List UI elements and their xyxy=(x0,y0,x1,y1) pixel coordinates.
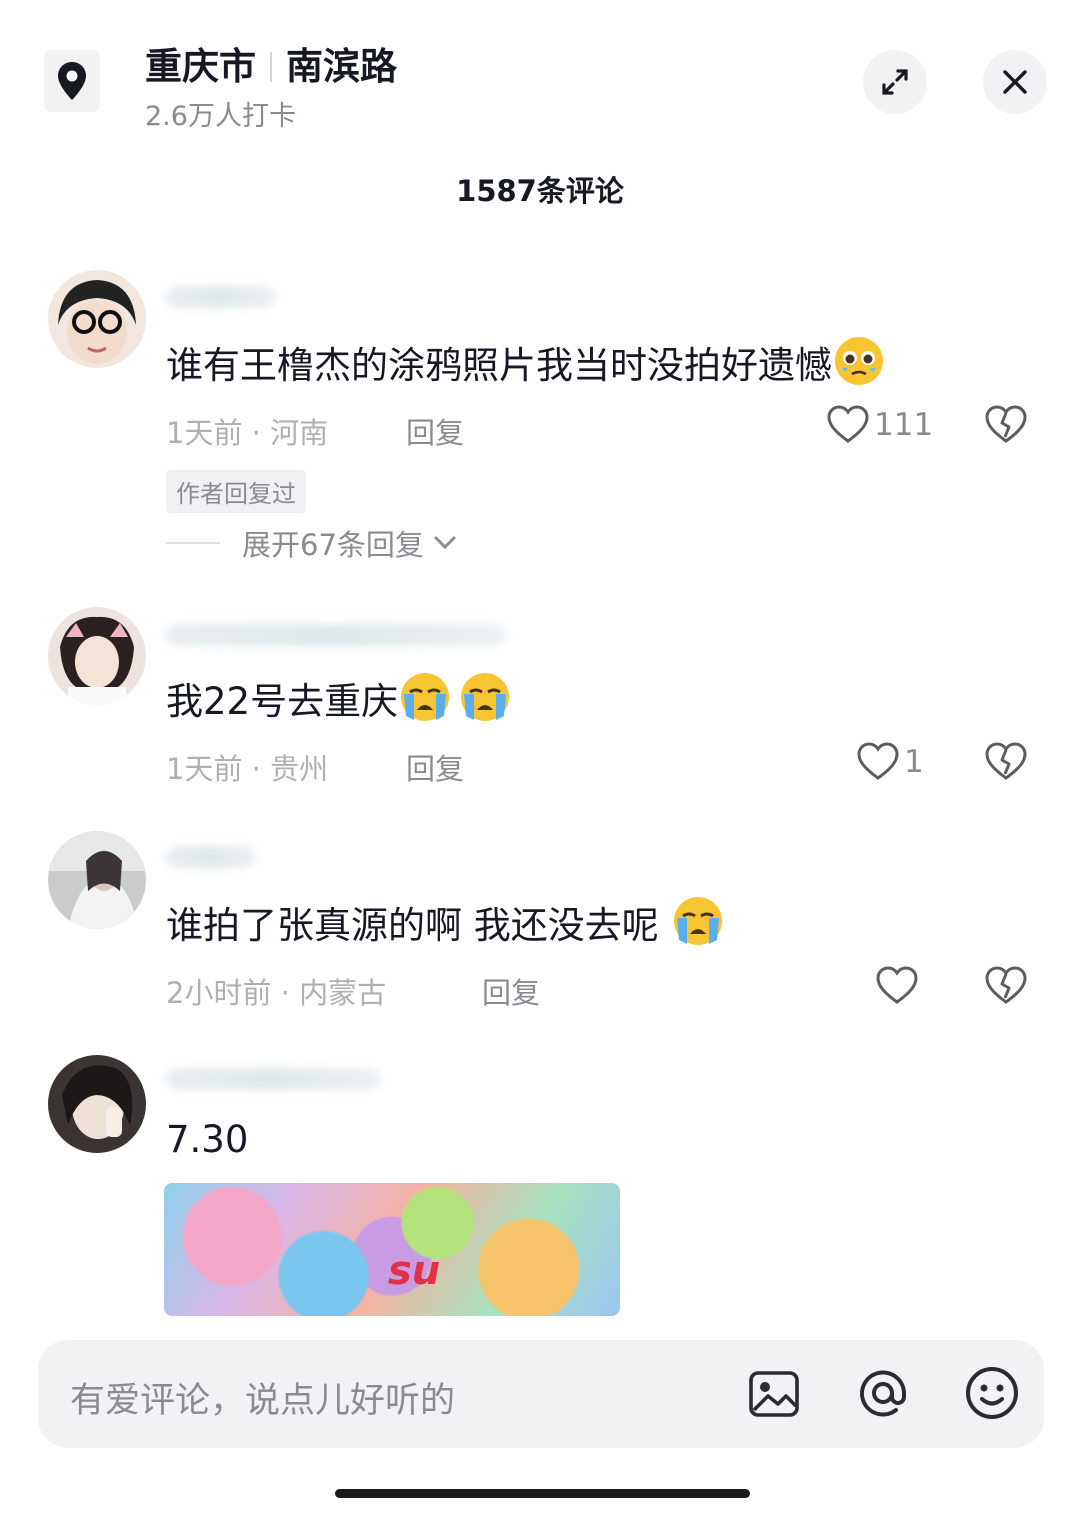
crying-face-emoji xyxy=(401,673,450,721)
close-button[interactable] xyxy=(983,50,1047,114)
chevron-down-icon xyxy=(434,536,456,550)
expand-replies[interactable]: 展开67条回复 xyxy=(166,522,460,564)
comment-meta: 2小时前 · 内蒙古 xyxy=(166,976,387,1010)
location-city: 重庆市 xyxy=(145,45,256,88)
pleading-face-emoji xyxy=(835,337,883,385)
smiley-icon xyxy=(966,1367,1018,1419)
like-button[interactable]: 1 xyxy=(856,742,924,782)
expand-replies-label: 展开67条回复 xyxy=(242,528,424,562)
location-pin-icon xyxy=(44,50,100,112)
expand-button[interactable] xyxy=(863,50,927,114)
avatar[interactable] xyxy=(48,831,146,929)
like-button[interactable]: 111 xyxy=(826,405,933,445)
close-icon xyxy=(1003,70,1027,94)
broken-heart-icon xyxy=(985,742,1027,780)
comment-text: 我22号去重庆 xyxy=(166,670,512,725)
comment-input-placeholder[interactable]: 有爱评论，说点儿好听的 xyxy=(70,1372,455,1423)
reply-button[interactable]: 回复 xyxy=(406,746,464,788)
avatar[interactable] xyxy=(48,1055,146,1153)
author-replied-tag: 作者回复过 xyxy=(166,470,306,513)
location-street: 南滨路 xyxy=(286,45,397,88)
like-button[interactable] xyxy=(875,966,919,1010)
comment-count: 1587条评论 xyxy=(456,174,624,208)
image-button[interactable] xyxy=(746,1366,802,1426)
avatar[interactable] xyxy=(48,270,146,368)
avatar[interactable] xyxy=(48,607,146,705)
broken-heart-icon xyxy=(985,966,1027,1004)
emoji-button[interactable] xyxy=(963,1364,1021,1426)
heart-icon xyxy=(876,966,918,1004)
photo-graffiti-text: su xyxy=(388,1248,441,1294)
heart-icon xyxy=(827,405,869,443)
checkin-count: 2.6万人打卡 xyxy=(145,101,296,132)
comment-meta: 1天前 · 河南 xyxy=(166,416,329,450)
dislike-button[interactable] xyxy=(984,966,1028,1010)
dislike-button[interactable] xyxy=(984,405,1028,449)
expand-icon xyxy=(882,69,908,95)
home-indicator[interactable] xyxy=(335,1489,750,1498)
at-icon xyxy=(860,1370,906,1417)
crying-face-emoji xyxy=(461,673,510,721)
username-blurred[interactable] xyxy=(166,624,506,646)
mention-button[interactable] xyxy=(854,1364,912,1426)
crying-face-emoji xyxy=(673,897,722,945)
reply-button[interactable]: 回复 xyxy=(406,410,464,452)
image-icon xyxy=(749,1371,799,1417)
like-count: 1 xyxy=(904,744,924,780)
comment-text: 谁有王橹杰的涂鸦照片我当时没拍好遗憾 xyxy=(166,334,886,389)
username-blurred[interactable] xyxy=(166,286,276,308)
like-count: 111 xyxy=(874,407,934,443)
title-divider xyxy=(270,52,272,82)
username-blurred[interactable] xyxy=(166,1068,381,1090)
broken-heart-icon xyxy=(985,405,1027,443)
comment-text: 7.30 xyxy=(166,1118,249,1161)
expand-divider xyxy=(166,542,220,544)
heart-icon xyxy=(857,742,899,780)
comment-text: 谁拍了张真源的啊 我还没去呢 xyxy=(166,894,725,949)
comment-meta: 1天前 · 贵州 xyxy=(166,752,329,786)
dislike-button[interactable] xyxy=(984,742,1028,786)
username-blurred[interactable] xyxy=(166,846,256,868)
reply-button[interactable]: 回复 xyxy=(482,970,540,1012)
location-title[interactable]: 重庆市 南滨路 xyxy=(145,36,397,90)
